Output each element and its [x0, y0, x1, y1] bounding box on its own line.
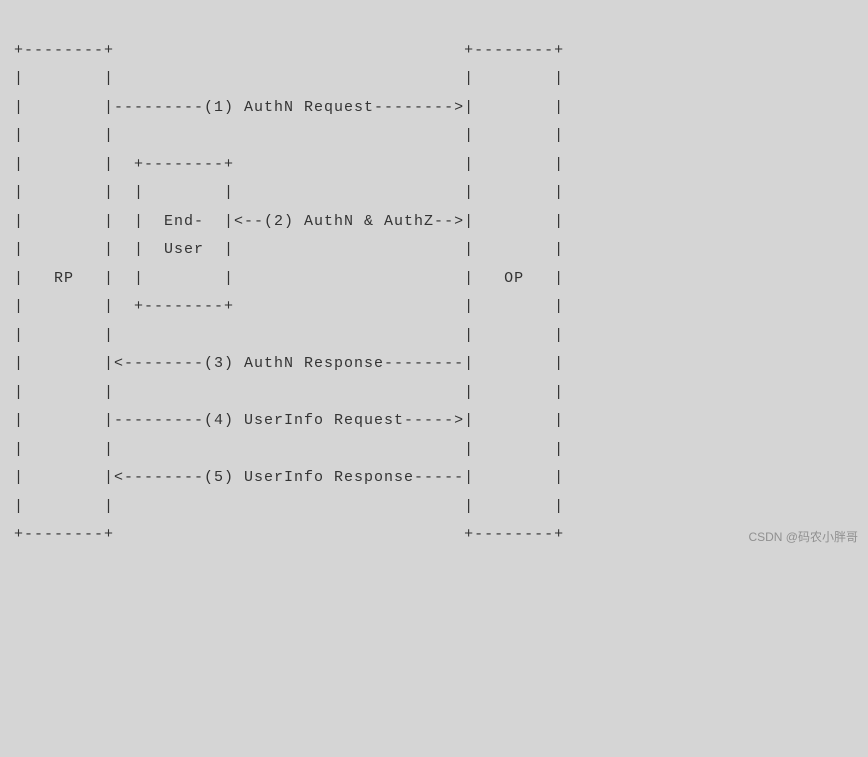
ascii-sequence-diagram: +--------+ +--------+ | | | | | |-------… [14, 37, 854, 550]
watermark: CSDN @码农小胖哥 [748, 526, 858, 549]
